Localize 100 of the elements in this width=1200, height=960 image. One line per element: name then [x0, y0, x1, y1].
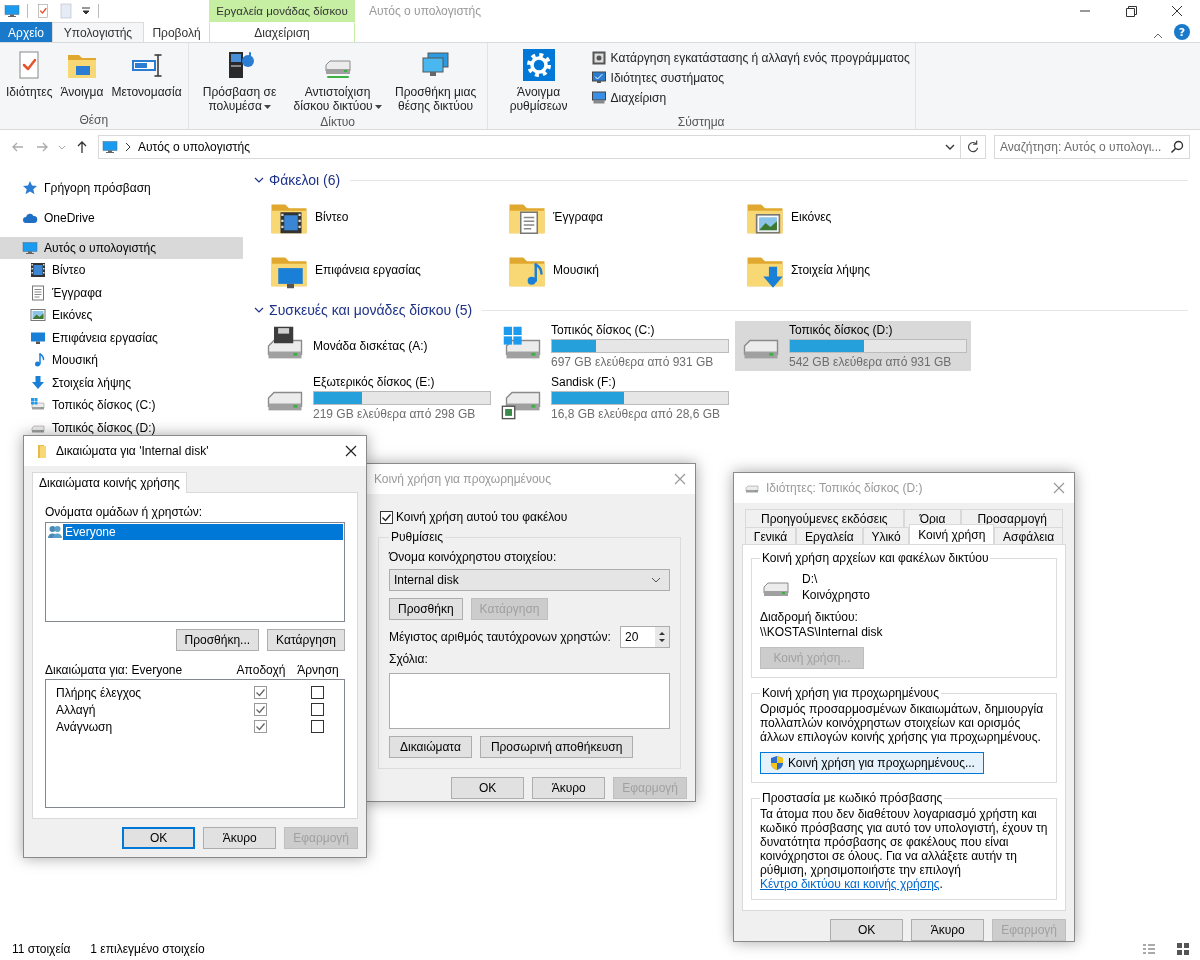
drive-tile[interactable]: Μονάδα δισκέτας (A:) [259, 321, 495, 371]
share-checkbox[interactable] [380, 510, 393, 524]
advanced-sharing-button[interactable]: Κοινή χρήση για προχωρημένους... [760, 752, 984, 774]
deny-checkbox[interactable] [310, 686, 324, 699]
allow-checkbox[interactable] [253, 703, 267, 716]
deny-checkbox[interactable] [310, 703, 324, 716]
comments-field[interactable] [389, 673, 670, 729]
ribbon-command[interactable]: Ιδιότητες συστήματος [588, 69, 912, 87]
folder-tile[interactable]: Βίντεο [269, 190, 507, 243]
section-title: Φάκελοι (6) [269, 172, 341, 188]
ribbon-tab[interactable]: Υπολογιστής [52, 22, 144, 42]
dialog-button[interactable]: Προσθήκη... [175, 629, 260, 651]
ribbon-command[interactable]: Κατάργηση εγκατάστασης ή αλλαγή ενός προγράμματος [588, 49, 912, 67]
ribbon-tab[interactable]: Προβολή [144, 22, 209, 42]
sidebar-item[interactable]: Αυτός ο υπολογιστής [0, 237, 243, 259]
drive-tile[interactable]: Εξωτερικός δίσκος (E:) 219 GB ελεύθερα από 298 GB [259, 373, 495, 423]
dialog-button[interactable]: Άκυρο [532, 777, 606, 799]
folder-tile[interactable]: Έγγραφα [507, 190, 745, 243]
sidebar-item[interactable]: Έγγραφα [0, 281, 243, 304]
large-icons-view-icon[interactable] [1176, 942, 1190, 956]
folder-tile[interactable]: Στοιχεία λήψης [745, 243, 983, 296]
refresh-icon[interactable] [961, 135, 986, 159]
dialog-button[interactable]: Δικαιώματα [389, 736, 472, 758]
item-count: 11 στοιχεία [12, 942, 71, 956]
field-label: Ονόματα ομάδων ή χρηστών: [45, 505, 204, 519]
ribbon-command[interactable]: Άνοιγμα ρυθμίσεων [490, 47, 587, 115]
ribbon-command[interactable]: Μετονομασία [108, 47, 185, 113]
drive-name: Τοπικός δίσκος (D:) [789, 323, 894, 337]
ribbon-command[interactable]: Διαχείριση [588, 89, 912, 107]
folder-tile[interactable]: Μουσική [507, 243, 745, 296]
network-center-link[interactable]: Κέντρο δικτύου και κοινής χρήσης [760, 877, 940, 891]
dialog-button[interactable]: Προσωρινή αποθήκευση [479, 736, 634, 758]
dialog-button[interactable]: Άκυρο [911, 919, 985, 941]
sidebar-item[interactable]: Βίντεο [0, 259, 243, 281]
group-title: Προστασία με κωδικό πρόσβασης [762, 791, 943, 805]
share-status: Κοινόχρηστο [802, 588, 870, 602]
drive-tile[interactable]: Τοπικός δίσκος (D:) 542 GB ελεύθερα από 931 GB [735, 321, 971, 371]
dialog-tab[interactable]: Προσαρμογή [961, 509, 1063, 527]
field-label: Σχόλια: [389, 652, 429, 666]
ribbon-command[interactable]: Άνοιγμα [57, 47, 107, 113]
drive-name: Μονάδα δισκέτας (A:) [313, 339, 428, 353]
dialog-button[interactable]: OK [122, 827, 196, 849]
column-header: Άρνηση [296, 663, 340, 677]
section-title: Συσκευές και μονάδες δίσκου (5) [269, 302, 473, 318]
dialog-tab[interactable]: Δικαιώματα κοινής χρήσης [32, 472, 187, 493]
dialog-tab[interactable]: Προηγούμενες εκδόσεις [745, 509, 904, 527]
computer-icon [4, 3, 20, 19]
dialog-tab[interactable]: Ασφάλεια [994, 527, 1063, 545]
dialog-button[interactable]: Άκυρο [203, 827, 277, 849]
sidebar-item[interactable]: Στοιχεία λήψης [0, 371, 243, 394]
group-title: Κοινή χρήση αρχείων και φακέλων δικτύου [762, 551, 989, 565]
allow-checkbox[interactable] [253, 720, 267, 733]
sidebar-item[interactable]: Μουσική [0, 349, 243, 371]
drive-tile[interactable]: Τοπικός δίσκος (C:) 697 GB ελεύθερα από 931 GB [497, 321, 733, 371]
dialog-button[interactable]: OK [451, 777, 525, 799]
sidebar-item[interactable]: OneDrive [0, 207, 243, 229]
dialog-button[interactable]: OK [830, 919, 904, 941]
field-label: Όνομα κοινόχρηστου στοιχείου: [389, 550, 558, 564]
ribbon-command[interactable]: Πρόσβαση σε πολυμέσα [191, 47, 288, 115]
share-name-dropdown[interactable]: Internal disk [389, 569, 670, 591]
ribbon-tab[interactable]: Αρχείο [0, 22, 52, 42]
ribbon-command[interactable]: Αντιστοίχιση δίσκου δικτύου [289, 47, 386, 115]
dialog-tab[interactable]: Κοινή χρήση [909, 524, 995, 545]
dialog-button[interactable]: Προσθήκη [389, 598, 463, 620]
drive-name: Sandisk (F:) [551, 375, 617, 389]
dialog-tab[interactable]: Υλικό [862, 527, 910, 545]
computer-icon [102, 139, 118, 155]
help-button[interactable]: ? [1174, 24, 1190, 40]
field-label: Μέγιστος αριθμός ταυτόχρονων χρηστών: [389, 630, 611, 644]
folder-tile[interactable]: Εικόνες [745, 190, 983, 243]
field-label: Δικαιώματα για: Everyone [45, 663, 184, 677]
dialog-tab[interactable]: Εργαλεία [796, 527, 863, 545]
sidebar-item[interactable]: Επιφάνεια εργασίας [0, 326, 243, 349]
list-item[interactable]: Everyone [63, 524, 343, 540]
film-icon [30, 262, 46, 278]
user-limit-spinner[interactable]: 20 [620, 626, 670, 648]
permission-name: Αλλαγή [56, 702, 97, 717]
sidebar-item[interactable]: Εικόνες [0, 304, 243, 326]
allow-checkbox[interactable] [253, 686, 267, 699]
sidebar-item[interactable]: Γρήγορη πρόσβαση [0, 177, 243, 199]
sidebar-item[interactable]: Τοπικός δίσκος (C:) [0, 394, 243, 416]
dialog-tab[interactable]: Γενικά [745, 527, 797, 545]
ribbon-command[interactable]: Προσθήκη μιας θέσης δικτύου [387, 47, 484, 115]
checklist-icon[interactable] [35, 3, 51, 19]
drive-name: Τοπικός δίσκος (C:) [551, 323, 656, 337]
folder-tile[interactable]: Επιφάνεια εργασίας [269, 243, 507, 296]
drive-tile[interactable]: Sandisk (F:) 16,8 GB ελεύθερα από 28,6 GB [497, 373, 733, 423]
dialog-button[interactable]: Κατάργηση [267, 629, 345, 651]
sidebar-item[interactable]: Τοπικός δίσκος (D:) [0, 416, 243, 439]
drive-icon [30, 397, 46, 413]
address-field[interactable]: Αυτός ο υπολογιστής [98, 135, 961, 159]
search-field[interactable]: Αναζήτηση: Αυτός ο υπολογι... [994, 135, 1190, 159]
deny-checkbox[interactable] [310, 720, 324, 733]
search-icon [1170, 140, 1184, 154]
close-button[interactable] [344, 444, 358, 458]
dialog-title: Κοινή χρήση για προχωρημένους [374, 472, 551, 486]
ribbon-command[interactable]: Ιδιότητες [3, 47, 56, 113]
permission-name: Ανάγνωση [56, 719, 114, 734]
users-list[interactable]: Everyone [45, 522, 345, 622]
customize-caret-icon[interactable] [81, 6, 91, 16]
